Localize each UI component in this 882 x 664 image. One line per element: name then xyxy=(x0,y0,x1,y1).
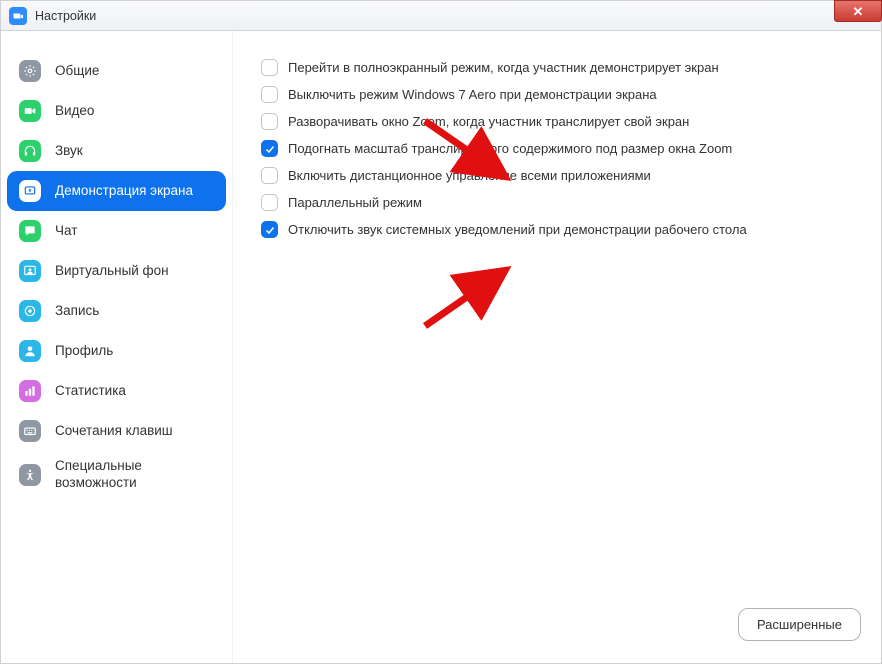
sidebar-item-video[interactable]: Видео xyxy=(1,91,232,131)
option-row: Перейти в полноэкранный режим, когда уча… xyxy=(261,59,857,76)
main-panel: Перейти в полноэкранный режим, когда уча… xyxy=(233,31,881,663)
gear-icon xyxy=(19,60,41,82)
option-checkbox[interactable] xyxy=(261,140,278,157)
sidebar-item-label: Профиль xyxy=(55,343,113,360)
advanced-button[interactable]: Расширенные xyxy=(738,608,861,641)
sidebar-item-profile[interactable]: Профиль xyxy=(1,331,232,371)
sidebar-item-label: Специальные возможности xyxy=(55,458,214,492)
option-row: Разворачивать окно Zoom, когда участник … xyxy=(261,113,857,130)
virtualbg-icon xyxy=(19,260,41,282)
option-row: Включить дистанционное управление всеми … xyxy=(261,167,857,184)
sidebar-item-record[interactable]: Запись xyxy=(1,291,232,331)
sidebar-item-label: Статистика xyxy=(55,383,126,400)
headphones-icon xyxy=(19,140,41,162)
video-icon xyxy=(19,100,41,122)
close-button[interactable]: ✕ xyxy=(834,0,882,22)
option-label: Перейти в полноэкранный режим, когда уча… xyxy=(288,60,719,75)
sidebar-item-label: Чат xyxy=(55,223,77,240)
sidebar-item-label: Общие xyxy=(55,63,99,80)
keyboard-icon xyxy=(19,420,41,442)
option-label: Выключить режим Windows 7 Aero при демон… xyxy=(288,87,657,102)
app-icon xyxy=(9,7,27,25)
sidebar-item-gear[interactable]: Общие xyxy=(1,51,232,91)
option-row: Параллельный режим xyxy=(261,194,857,211)
sidebar-item-label: Запись xyxy=(55,303,99,320)
sidebar-item-label: Видео xyxy=(55,103,94,120)
content-area: Общие Видео Звук Демонстрация экрана Чат Вирт… xyxy=(1,31,881,663)
sidebar-item-label: Демонстрация экрана xyxy=(55,183,193,200)
option-checkbox[interactable] xyxy=(261,194,278,211)
stats-icon xyxy=(19,380,41,402)
option-checkbox[interactable] xyxy=(261,59,278,76)
accessibility-icon xyxy=(19,464,41,486)
option-label: Параллельный режим xyxy=(288,195,422,210)
sidebar-item-chat[interactable]: Чат xyxy=(1,211,232,251)
sidebar-item-label: Сочетания клавиш xyxy=(55,423,173,440)
titlebar: Настройки ✕ xyxy=(1,1,881,31)
sidebar-item-share[interactable]: Демонстрация экрана xyxy=(7,171,226,211)
share-icon xyxy=(19,180,41,202)
option-checkbox[interactable] xyxy=(261,221,278,238)
sidebar-item-label: Звук xyxy=(55,143,83,160)
option-label: Подогнать масштаб транслируемого содержи… xyxy=(288,141,732,156)
option-label: Отключить звук системных уведомлений при… xyxy=(288,222,747,237)
sidebar-item-label: Виртуальный фон xyxy=(55,263,169,280)
profile-icon xyxy=(19,340,41,362)
window-title: Настройки xyxy=(35,9,96,23)
sidebar-item-accessibility[interactable]: Специальные возможности xyxy=(1,451,232,499)
sidebar-item-stats[interactable]: Статистика xyxy=(1,371,232,411)
chat-icon xyxy=(19,220,41,242)
option-label: Включить дистанционное управление всеми … xyxy=(288,168,651,183)
option-label: Разворачивать окно Zoom, когда участник … xyxy=(288,114,689,129)
option-row: Подогнать масштаб транслируемого содержи… xyxy=(261,140,857,157)
option-checkbox[interactable] xyxy=(261,167,278,184)
option-checkbox[interactable] xyxy=(261,86,278,103)
sidebar: Общие Видео Звук Демонстрация экрана Чат Вирт… xyxy=(1,31,233,663)
sidebar-item-virtualbg[interactable]: Виртуальный фон xyxy=(1,251,232,291)
annotation-arrow-2 xyxy=(415,256,515,336)
option-checkbox[interactable] xyxy=(261,113,278,130)
sidebar-item-keyboard[interactable]: Сочетания клавиш xyxy=(1,411,232,451)
record-icon xyxy=(19,300,41,322)
close-icon: ✕ xyxy=(853,5,864,18)
sidebar-item-headphones[interactable]: Звук xyxy=(1,131,232,171)
option-row: Выключить режим Windows 7 Aero при демон… xyxy=(261,86,857,103)
option-row: Отключить звук системных уведомлений при… xyxy=(261,221,857,238)
